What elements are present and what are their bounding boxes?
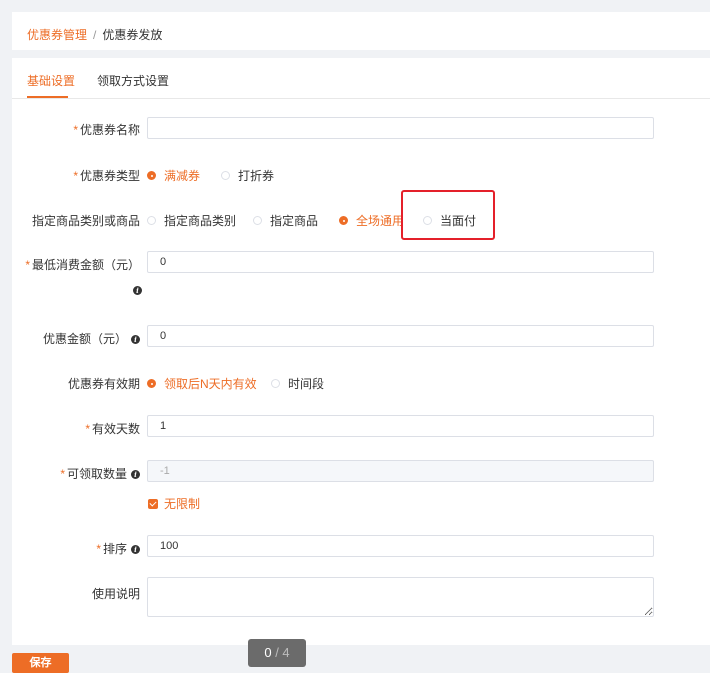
info-icon[interactable]: i bbox=[133, 286, 142, 295]
page-total: 4 bbox=[282, 645, 290, 660]
radio-dot bbox=[147, 379, 156, 389]
info-icon[interactable]: i bbox=[131, 335, 140, 345]
coupon-name-input[interactable] bbox=[147, 117, 654, 139]
checkbox-check-icon bbox=[148, 498, 158, 509]
radio-dot bbox=[253, 216, 262, 226]
info-icon[interactable]: i bbox=[131, 545, 140, 555]
tab-basic-settings[interactable]: 基础设置 bbox=[27, 72, 75, 89]
active-tab-indicator bbox=[27, 96, 68, 98]
info-icon[interactable]: i bbox=[131, 470, 140, 480]
radio-category[interactable]: 指定商品类别 bbox=[147, 212, 236, 229]
min-spend-label: * 最低消费金额（元） bbox=[25, 258, 140, 272]
form-panel: 基础设置 领取方式设置 * 优惠券名称 * 优惠券类型 满减券 打折券 指定商品类别… bbox=[12, 58, 710, 645]
radio-dot bbox=[339, 216, 348, 226]
annotation-highlight-box bbox=[401, 190, 495, 240]
quantity-label: * 可领取数量 i bbox=[60, 465, 140, 482]
breadcrumb-separator: / bbox=[93, 28, 97, 42]
discount-amount-input[interactable] bbox=[147, 325, 654, 347]
radio-full-reduction[interactable]: 满减券 bbox=[147, 167, 200, 184]
radio-dot bbox=[221, 171, 230, 181]
sort-label: * 排序 i bbox=[96, 540, 140, 557]
valid-days-label: * 有效天数 bbox=[85, 422, 140, 436]
radio-product[interactable]: 指定商品 bbox=[253, 212, 318, 229]
scope-label: 指定商品类别或商品 bbox=[31, 214, 140, 228]
radio-discount[interactable]: 打折券 bbox=[221, 167, 274, 184]
page-current: 0 bbox=[264, 645, 272, 660]
unlimited-checkbox[interactable]: 无限制 bbox=[148, 495, 200, 512]
page-separator: / bbox=[271, 645, 283, 660]
tab-bar: 基础设置 领取方式设置 bbox=[12, 58, 710, 99]
breadcrumb-bar: 优惠券管理 / 优惠券发放 bbox=[12, 12, 710, 50]
breadcrumb-current: 优惠券发放 bbox=[102, 28, 163, 42]
page-counter: 0 / 4 bbox=[248, 639, 306, 667]
description-label: 使用说明 bbox=[91, 587, 140, 601]
radio-days-after-claim[interactable]: 领取后N天内有效 bbox=[147, 375, 257, 392]
coupon-type-label: * 优惠券类型 bbox=[73, 169, 140, 183]
radio-storewide[interactable]: 全场通用 bbox=[339, 212, 404, 229]
description-textarea[interactable] bbox=[147, 577, 654, 617]
radio-time-range[interactable]: 时间段 bbox=[271, 375, 324, 392]
validity-label: 优惠券有效期 bbox=[67, 377, 140, 391]
save-button[interactable]: 保存 bbox=[12, 653, 69, 673]
breadcrumb: 优惠券管理 / 优惠券发放 bbox=[27, 26, 162, 43]
coupon-name-label: * 优惠券名称 bbox=[73, 123, 140, 137]
tab-claim-method[interactable]: 领取方式设置 bbox=[97, 72, 169, 89]
sort-input[interactable] bbox=[147, 535, 654, 557]
valid-days-input[interactable] bbox=[147, 415, 654, 437]
radio-dot bbox=[147, 171, 156, 181]
discount-amount-label: 优惠金额（元） i bbox=[43, 330, 140, 347]
radio-dot bbox=[147, 216, 156, 226]
radio-dot bbox=[271, 379, 280, 389]
breadcrumb-link-coupon-management[interactable]: 优惠券管理 bbox=[27, 28, 87, 42]
quantity-input bbox=[147, 460, 654, 482]
min-spend-input[interactable] bbox=[147, 251, 654, 273]
